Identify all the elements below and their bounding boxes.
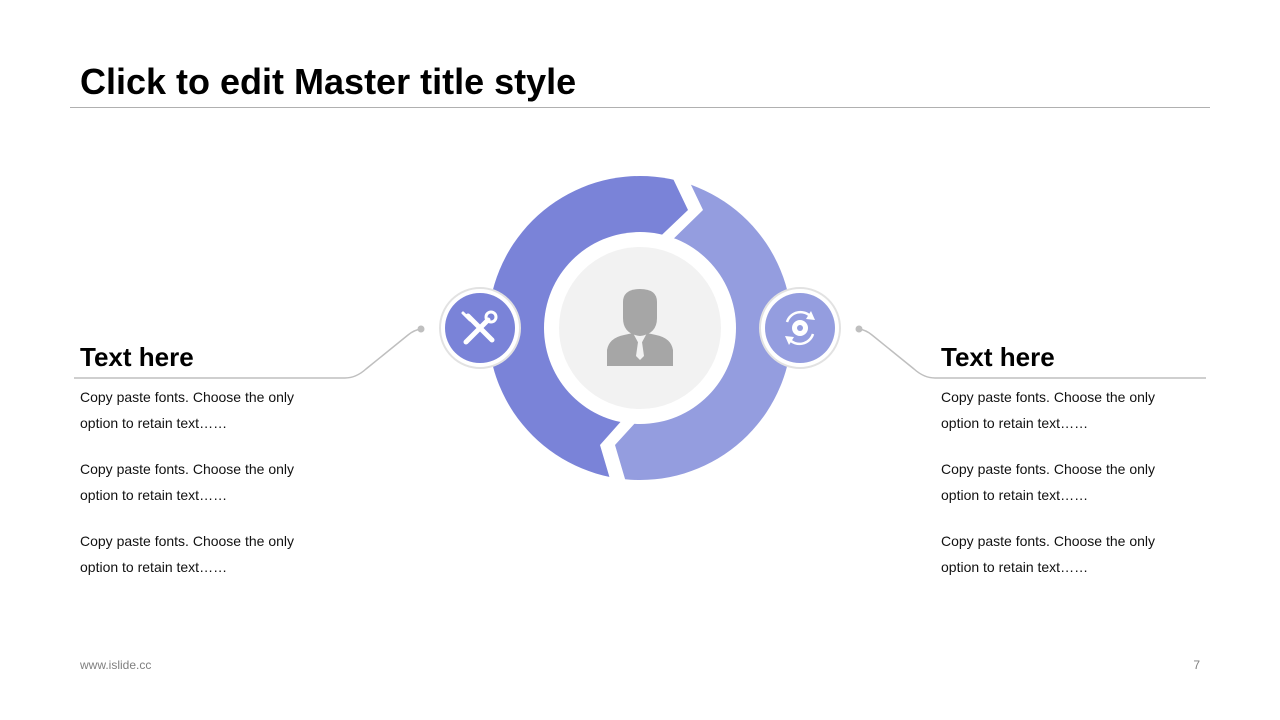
right-paragraph-3-line-1: Copy paste fonts. Choose the only [941,533,1156,549]
left-paragraph-2-line-1: Copy paste fonts. Choose the only [80,461,295,477]
right-paragraph-1-line-2: option to retain text…… [941,415,1089,431]
right-panel-heading[interactable]: Text here [941,340,1055,374]
left-paragraph-3[interactable]: Copy paste fonts. Choose the only option… [80,528,340,580]
right-connector-dot [855,325,863,333]
right-paragraph-2[interactable]: Copy paste fonts. Choose the only option… [941,456,1201,508]
right-panel-body: Copy paste fonts. Choose the only option… [941,384,1201,600]
left-paragraph-1-line-1: Copy paste fonts. Choose the only [80,389,295,405]
right-paragraph-3-line-2: option to retain text…… [941,559,1089,575]
footer-url: www.islide.cc [80,658,152,672]
left-paragraph-2[interactable]: Copy paste fonts. Choose the only option… [80,456,340,508]
right-paragraph-2-line-1: Copy paste fonts. Choose the only [941,461,1156,477]
right-paragraph-1[interactable]: Copy paste fonts. Choose the only option… [941,384,1201,436]
left-paragraph-3-line-2: option to retain text…… [80,559,228,575]
right-paragraph-1-line-1: Copy paste fonts. Choose the only [941,389,1156,405]
page-number: 7 [1193,658,1200,672]
left-paragraph-2-line-2: option to retain text…… [80,487,228,503]
left-connector-dot [417,325,425,333]
left-paragraph-1[interactable]: Copy paste fonts. Choose the only option… [80,384,340,436]
right-paragraph-2-line-2: option to retain text…… [941,487,1089,503]
left-paragraph-1-line-2: option to retain text…… [80,415,228,431]
right-paragraph-3[interactable]: Copy paste fonts. Choose the only option… [941,528,1201,580]
left-paragraph-3-line-1: Copy paste fonts. Choose the only [80,533,295,549]
left-panel-body: Copy paste fonts. Choose the only option… [80,384,340,600]
left-panel-heading[interactable]: Text here [80,340,194,374]
